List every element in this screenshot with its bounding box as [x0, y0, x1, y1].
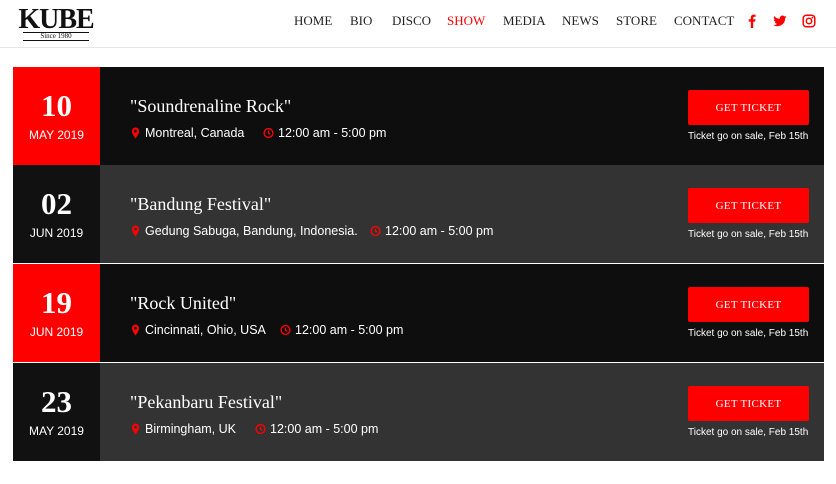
show-month: MAY 2019	[29, 128, 84, 142]
nav-store[interactable]: STORE	[616, 13, 657, 29]
show-row: 23 MAY 2019 "Pekanbaru Festival" Birming…	[13, 363, 824, 461]
show-month: JUN 2019	[29, 226, 84, 240]
show-location: Birmingham, UK	[130, 421, 236, 437]
show-day: 02	[41, 186, 72, 221]
location-text: Gedung Sabuga, Bandung, Indonesia.	[145, 224, 358, 238]
map-pin-icon	[130, 127, 141, 139]
show-location: Gedung Sabuga, Bandung, Indonesia.	[130, 223, 358, 239]
nav-news[interactable]: NEWS	[562, 13, 599, 29]
time-text: 12:00 am - 5:00 pm	[270, 422, 379, 436]
instagram-icon[interactable]	[802, 14, 816, 30]
location-text: Birmingham, UK	[145, 422, 236, 436]
map-pin-icon	[130, 423, 141, 435]
show-title: "Soundrenaline Rock"	[130, 96, 292, 116]
show-title: "Rock United"	[130, 293, 237, 313]
map-pin-icon	[130, 324, 141, 336]
show-time: 12:00 am - 5:00 pm	[280, 322, 403, 338]
show-location: Cincinnati, Ohio, USA	[130, 322, 266, 338]
twitter-icon[interactable]	[773, 14, 787, 30]
ticket-sale-note: Ticket go on sale, Feb 15th	[688, 229, 809, 240]
show-row: 10 MAY 2019 "Soundrenaline Rock" Montrea…	[13, 67, 824, 165]
get-ticket-button[interactable]: GET TICKET	[688, 386, 809, 421]
ticket-sale-note: Ticket go on sale, Feb 15th	[688, 427, 809, 438]
get-ticket-button[interactable]: GET TICKET	[688, 90, 809, 125]
show-list: 10 MAY 2019 "Soundrenaline Rock" Montrea…	[13, 67, 824, 461]
clock-icon	[280, 324, 291, 336]
date-badge: 23 MAY 2019	[13, 363, 100, 461]
show-month: MAY 2019	[29, 424, 84, 438]
show-day: 19	[41, 285, 72, 320]
map-pin-icon	[130, 225, 141, 237]
nav-show[interactable]: SHOW	[447, 13, 485, 29]
location-text: Montreal, Canada	[145, 126, 245, 140]
show-day: 23	[41, 384, 72, 419]
get-ticket-button[interactable]: GET TICKET	[688, 188, 809, 223]
show-time: 12:00 am - 5:00 pm	[263, 125, 386, 141]
nav-home[interactable]: HOME	[294, 13, 332, 29]
location-text: Cincinnati, Ohio, USA	[145, 323, 266, 337]
show-time: 12:00 am - 5:00 pm	[255, 421, 378, 437]
nav-disco[interactable]: DISCO	[392, 13, 431, 29]
show-row: 19 JUN 2019 "Rock United" Cincinnati, Oh…	[13, 264, 824, 362]
show-location: Montreal, Canada	[130, 125, 244, 141]
clock-icon	[255, 423, 266, 435]
main-nav: HOME BIO DISCO SHOW MEDIA NEWS STORE CON…	[0, 13, 836, 33]
facebook-icon[interactable]	[745, 14, 759, 30]
show-day: 10	[41, 88, 72, 123]
nav-contact[interactable]: CONTACT	[674, 13, 734, 29]
show-title: "Pekanbaru Festival"	[130, 392, 283, 412]
time-text: 12:00 am - 5:00 pm	[295, 323, 404, 337]
get-ticket-button[interactable]: GET TICKET	[688, 287, 809, 322]
date-badge: 19 JUN 2019	[13, 264, 100, 362]
nav-bio[interactable]: BIO	[350, 13, 372, 29]
show-time: 12:00 am - 5:00 pm	[370, 223, 493, 239]
ticket-sale-note: Ticket go on sale, Feb 15th	[688, 131, 809, 142]
site-header: KUBE Since 1980 HOME BIO DISCO SHOW MEDI…	[0, 0, 836, 48]
logo-tagline: Since 1980	[23, 32, 89, 41]
date-badge: 02 JUN 2019	[13, 165, 100, 263]
time-text: 12:00 am - 5:00 pm	[278, 126, 387, 140]
show-row: 02 JUN 2019 "Bandung Festival" Gedung Sa…	[13, 165, 824, 263]
nav-media[interactable]: MEDIA	[503, 13, 546, 29]
clock-icon	[263, 127, 274, 139]
ticket-sale-note: Ticket go on sale, Feb 15th	[688, 328, 809, 339]
date-badge: 10 MAY 2019	[13, 67, 100, 165]
show-title: "Bandung Festival"	[130, 194, 272, 214]
time-text: 12:00 am - 5:00 pm	[385, 224, 494, 238]
clock-icon	[370, 225, 381, 237]
show-month: JUN 2019	[29, 325, 84, 339]
